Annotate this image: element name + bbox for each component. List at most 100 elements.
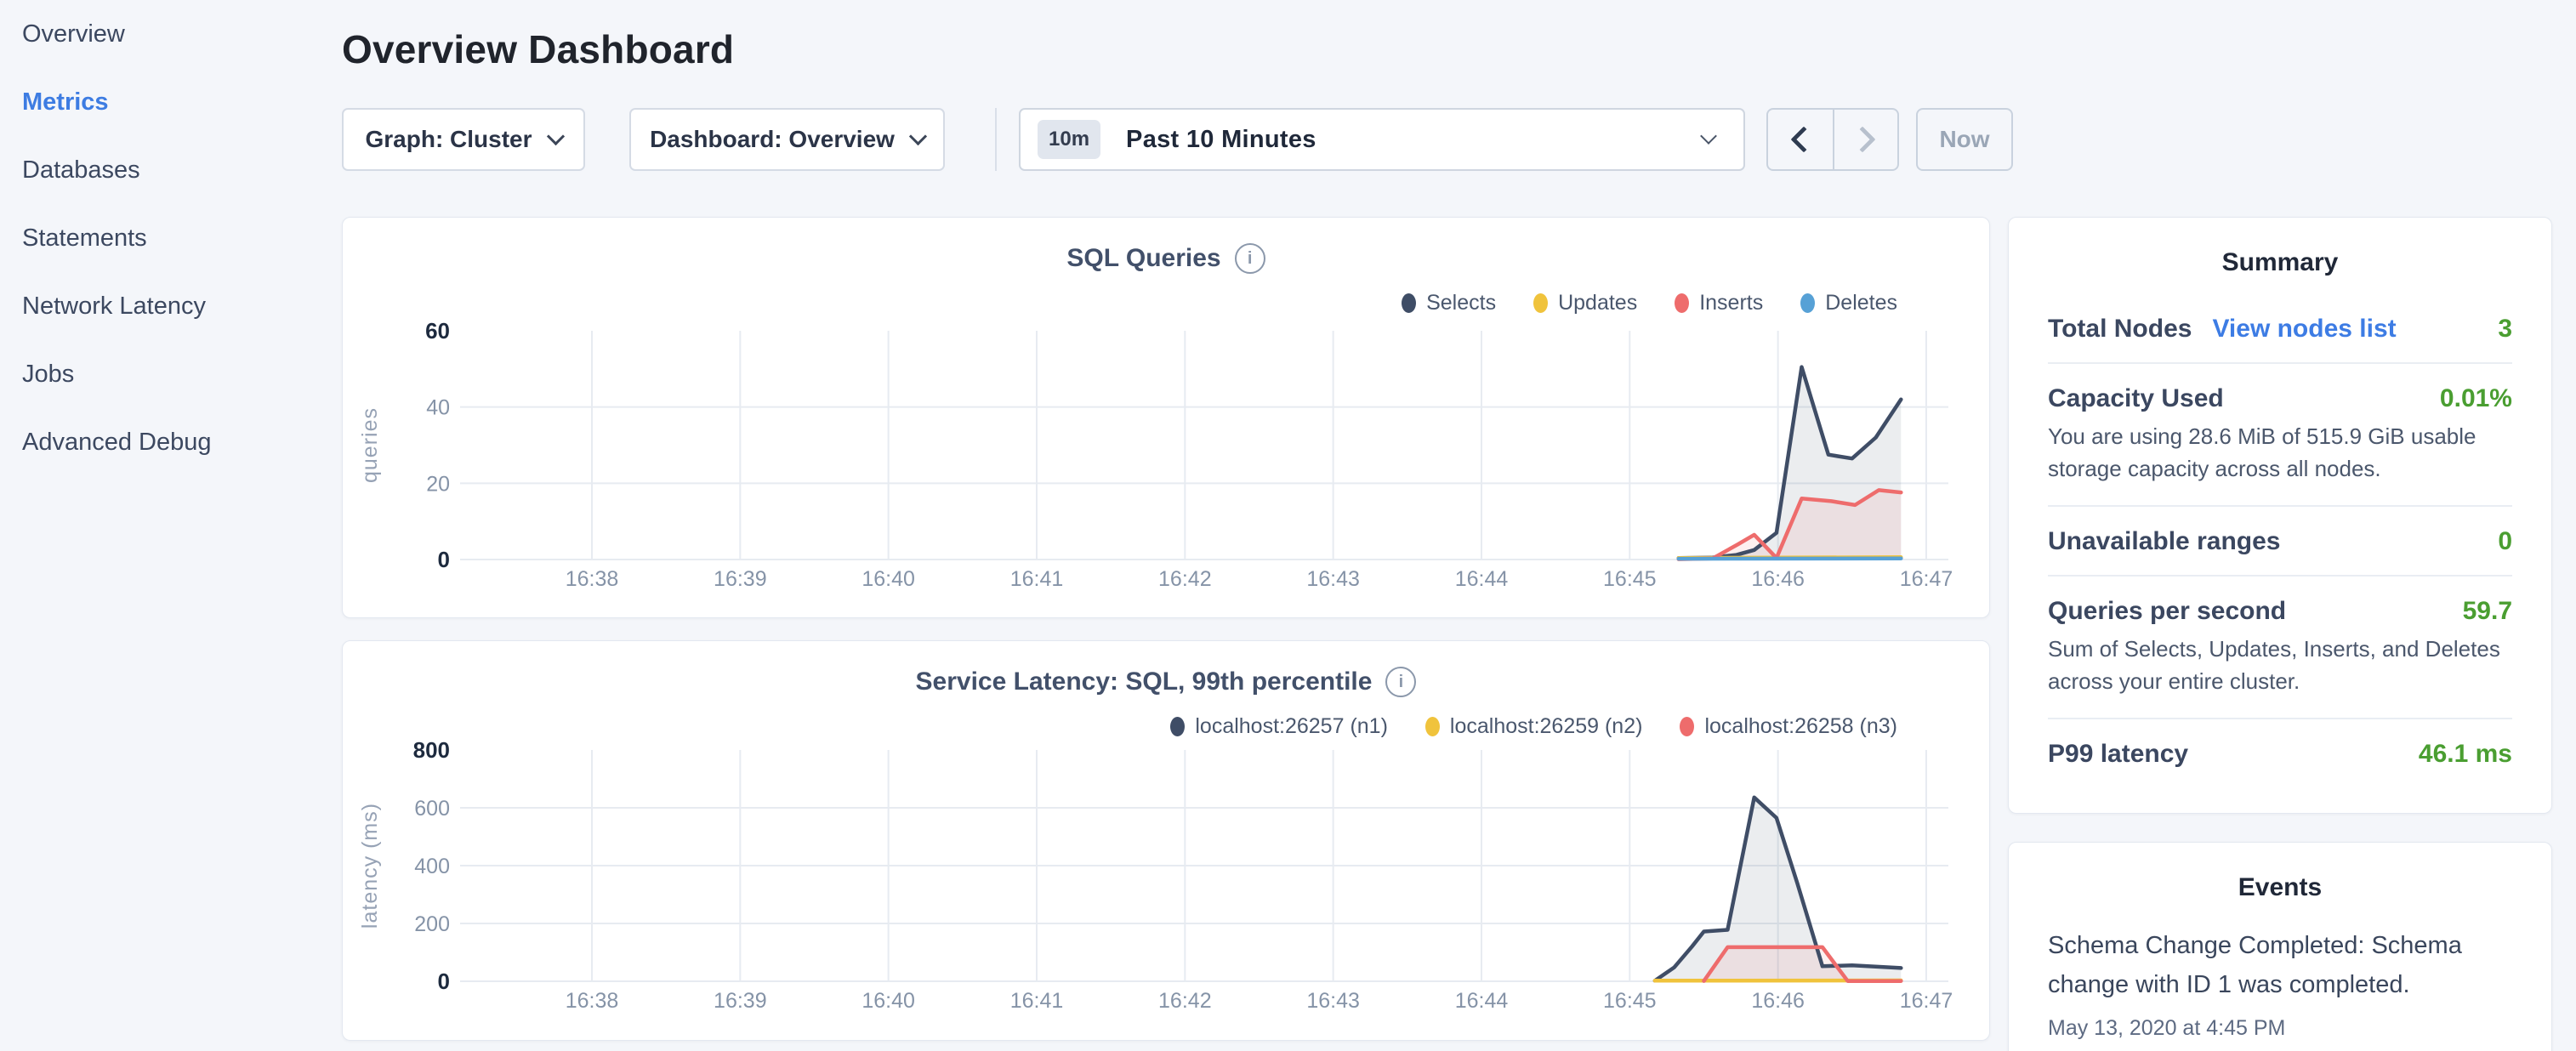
svg-text:16:38: 16:38 [566,567,619,591]
svg-text:16:45: 16:45 [1603,567,1657,591]
legend-marker-icon [1425,717,1440,736]
legend-marker-icon [1675,293,1689,313]
events-title: Events [2048,873,2512,902]
info-icon[interactable]: i [1235,243,1265,274]
sidebar-item-advanced-debug[interactable]: Advanced Debug [0,408,342,476]
summary-row-value: 0 [2498,527,2512,556]
svg-text:0: 0 [438,969,450,994]
sidebar-item-statements[interactable]: Statements [0,204,342,272]
sidebar-item-metrics[interactable]: Metrics [0,68,342,136]
dashboard-dropdown[interactable]: Dashboard: Overview [629,108,945,171]
time-next-button[interactable] [1833,110,1897,169]
svg-text:16:42: 16:42 [1158,989,1212,1013]
chevron-right-icon [1849,126,1875,152]
time-range-badge: 10m [1038,120,1100,159]
time-pager [1766,108,1899,171]
summary-row-value: 0.01% [2440,384,2512,413]
sidebar-item-jobs[interactable]: Jobs [0,340,342,408]
svg-text:16:43: 16:43 [1306,989,1360,1013]
now-button[interactable]: Now [1916,108,2013,171]
svg-text:400: 400 [414,855,450,878]
svg-text:16:41: 16:41 [1010,989,1064,1013]
legend-marker-icon [1800,293,1815,313]
event-text: Schema Change Completed: Schema change w… [2048,926,2465,1004]
legend-label: Updates [1558,291,1637,315]
time-range-dropdown[interactable]: 10m Past 10 Minutes [1019,108,1745,171]
summary-row-value: 3 [2498,315,2512,344]
summary-title: Summary [2048,248,2512,277]
sidebar-item-databases[interactable]: Databases [0,136,342,204]
svg-text:16:44: 16:44 [1455,567,1509,591]
svg-text:16:39: 16:39 [714,567,767,591]
sql-queries-chart-card: SQL Queries i Selects Updates Inserts Delet… [342,217,1990,618]
svg-text:16:46: 16:46 [1751,989,1805,1013]
page-title: Overview Dashboard [342,26,734,73]
sidebar-item-network-latency[interactable]: Network Latency [0,272,342,340]
legend-marker-icon [1533,293,1548,313]
overview-dashboard-page: OverviewMetricsDatabasesStatementsNetwor… [0,0,2576,1051]
legend-marker-icon [1170,717,1185,736]
svg-text:latency (ms): latency (ms) [358,803,382,929]
svg-text:800: 800 [413,737,450,763]
summary-row: P99 latency46.1 ms [2048,719,2512,787]
svg-text:16:47: 16:47 [1900,989,1953,1013]
chart-title: SQL Queries [1066,244,1220,273]
chevron-down-icon [909,127,927,145]
svg-text:40: 40 [426,396,450,420]
legend-item-deletes[interactable]: Deletes [1800,291,1897,315]
sidebar-item-overview[interactable]: Overview [0,0,342,68]
svg-text:16:40: 16:40 [862,567,915,591]
svg-text:20: 20 [426,472,450,496]
legend-item-inserts[interactable]: Inserts [1675,291,1763,315]
summary-row-subtext: Sum of Selects, Updates, Inserts, and De… [2048,633,2512,697]
svg-text:60: 60 [425,318,450,344]
svg-text:16:39: 16:39 [714,989,767,1013]
svg-text:16:45: 16:45 [1603,989,1657,1013]
summary-row: Unavailable ranges 0 [2048,507,2512,575]
chart-legend: localhost:26257 (n1) localhost:26259 (n2)… [1170,714,1897,739]
svg-text:16:41: 16:41 [1010,567,1064,591]
legend-item-localhost-26258-n3-[interactable]: localhost:26258 (n3) [1680,714,1897,739]
sidebar: OverviewMetricsDatabasesStatementsNetwor… [0,0,342,1051]
time-prev-button[interactable] [1768,110,1833,169]
graph-dropdown-label: Graph: Cluster [365,126,532,153]
legend-item-localhost-26257-n1-[interactable]: localhost:26257 (n1) [1170,714,1388,739]
graph-dropdown[interactable]: Graph: Cluster [342,108,585,171]
chart-header: SQL Queries i [343,243,1989,274]
svg-text:16:46: 16:46 [1751,567,1805,591]
svg-text:16:43: 16:43 [1306,567,1360,591]
summary-row: Total NodesView nodes list3 [2048,294,2512,362]
legend-item-localhost-26259-n2-[interactable]: localhost:26259 (n2) [1425,714,1643,739]
summary-row-label: Unavailable ranges [2048,527,2280,556]
chart-legend: Selects Updates Inserts Deletes [1402,291,1897,315]
chart-title: Service Latency: SQL, 99th percentile [916,668,1373,696]
legend-marker-icon [1680,717,1694,736]
legend-label: Deletes [1825,291,1897,315]
summary-row-label: P99 latency [2048,740,2188,769]
info-icon[interactable]: i [1385,667,1416,697]
svg-text:200: 200 [414,912,450,936]
event-item: Schema Change Completed: Schema change w… [2048,926,2512,1041]
service-latency-chart-card: Service Latency: SQL, 99th percentile i … [342,640,1990,1041]
chevron-down-icon [1700,128,1717,145]
dashboard-dropdown-label: Dashboard: Overview [650,126,895,153]
svg-text:16:47: 16:47 [1900,567,1953,591]
summary-row-label: Capacity Used [2048,384,2224,413]
service-latency-plot[interactable]: 020040060080016:3816:3916:4016:4116:4216… [343,641,1991,1042]
event-timestamp: May 13, 2020 at 4:45 PM [2048,1016,2512,1041]
events-panel: Events Schema Change Completed: Schema c… [2008,842,2552,1051]
svg-text:0: 0 [438,547,450,572]
legend-label: Selects [1426,291,1496,315]
summary-row-subtext: You are using 28.6 MiB of 515.9 GiB usab… [2048,420,2512,485]
chevron-down-icon [546,127,564,145]
legend-marker-icon [1402,293,1416,313]
legend-label: localhost:26259 (n2) [1450,714,1643,739]
summary-row-value: 59.7 [2463,597,2512,626]
legend-label: localhost:26258 (n3) [1704,714,1897,739]
sql-queries-plot[interactable]: 020406016:3816:3916:4016:4116:4216:4316:… [343,218,1991,619]
legend-item-updates[interactable]: Updates [1533,291,1637,315]
legend-item-selects[interactable]: Selects [1402,291,1496,315]
view-nodes-list-link[interactable]: View nodes list [2212,315,2396,344]
svg-text:16:40: 16:40 [862,989,915,1013]
svg-text:16:44: 16:44 [1455,989,1509,1013]
